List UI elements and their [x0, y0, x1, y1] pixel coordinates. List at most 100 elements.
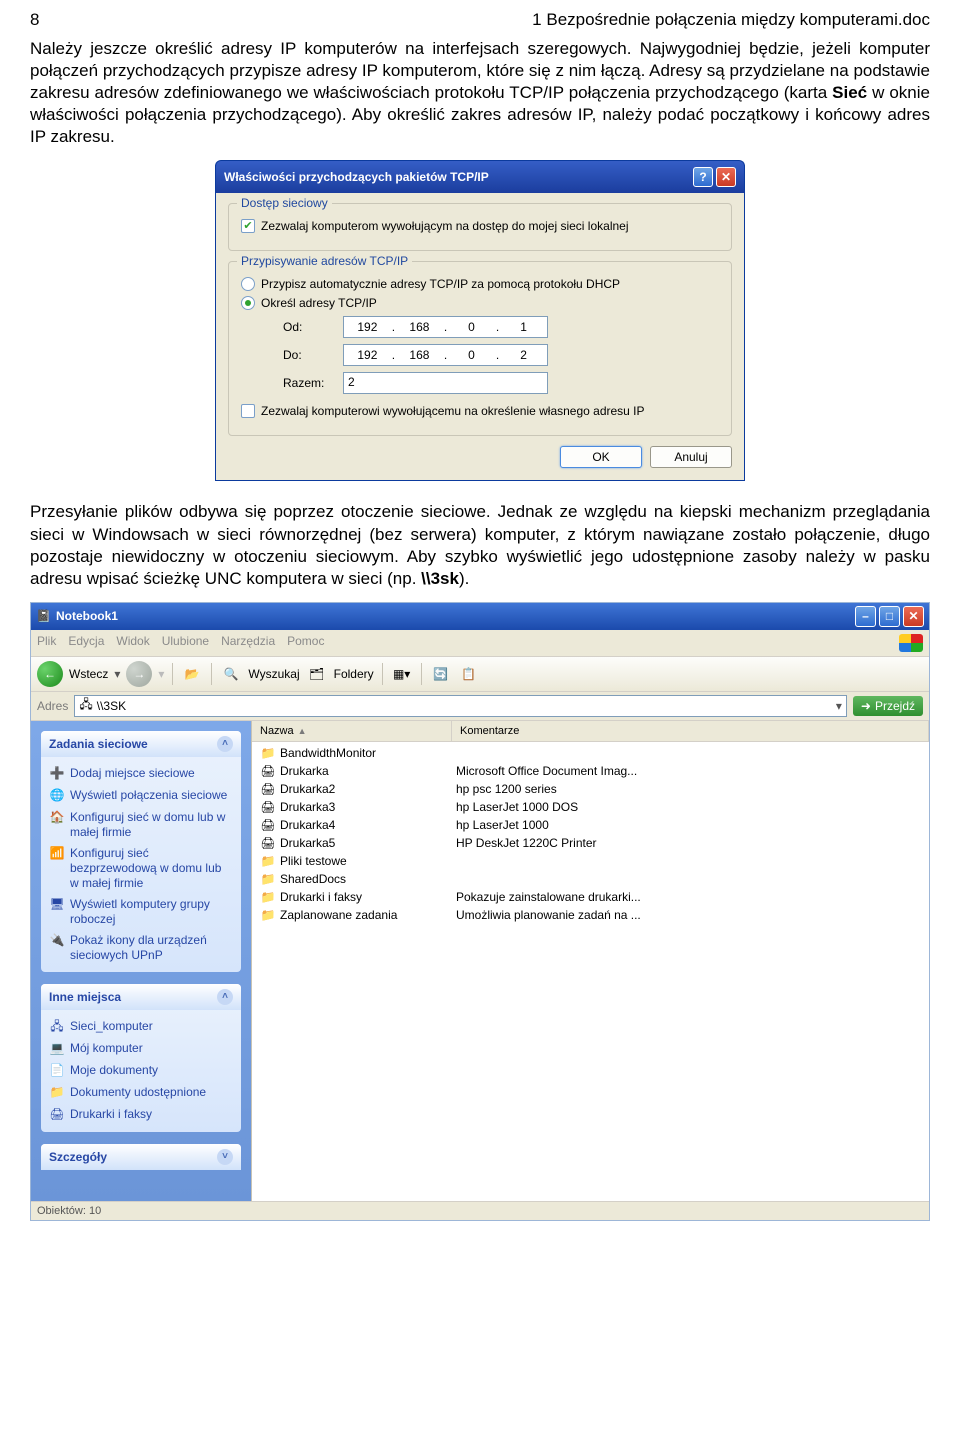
list-item[interactable]: 📁SharedDocs [256, 870, 925, 888]
from-label: Od: [283, 320, 343, 334]
folder-icon: 📁 [260, 853, 276, 869]
dialog-title: Właściwości przychodzących pakietów TCP/… [224, 170, 489, 184]
folders-label[interactable]: Foldery [334, 667, 374, 681]
sidebar-item[interactable]: 📁Dokumenty udostępnione [49, 1082, 233, 1104]
computers-icon: 🖥 [49, 897, 65, 913]
chevron-up-icon: ˄ [217, 989, 233, 1005]
sidebar-item[interactable]: 🖥Wyświetl komputery grupy roboczej [49, 894, 233, 930]
app-icon: 📓 [36, 609, 51, 623]
panel-network-tasks: Zadania sieciowe˄ ➕Dodaj miejsce sieciow… [41, 731, 241, 972]
address-bar: Adres 🖧 \\3SK ▾ ➜Przejdź [31, 692, 929, 721]
item-name: Pliki testowe [280, 854, 347, 868]
copy-icon[interactable]: 📋 [458, 663, 480, 685]
folder-icon: 📁 [260, 871, 276, 887]
sidebar-item[interactable]: 🌐Wyświetl połączenia sieciowe [49, 785, 233, 807]
help-button[interactable]: ? [693, 167, 713, 187]
globe-icon: 🌐 [49, 788, 65, 804]
menu-file[interactable]: Plik [37, 634, 56, 652]
list-item[interactable]: 🖨 Drukarka3 hp LaserJet 1000 DOS [256, 798, 925, 816]
add-place-icon: ➕ [49, 766, 65, 782]
ok-button[interactable]: OK [560, 446, 642, 468]
sidebar-item[interactable]: 🏠Konfiguruj sieć w domu lub w małej firm… [49, 807, 233, 843]
item-name: Drukarka2 [280, 782, 335, 796]
upnp-icon: 🔌 [49, 933, 65, 949]
address-input[interactable]: 🖧 \\3SK ▾ [74, 695, 847, 717]
sidebar-item[interactable]: 🖨Drukarki i faksy [49, 1104, 233, 1126]
sidebar-item[interactable]: 🔌Pokaż ikony dla urządzeń sieciowych UPn… [49, 930, 233, 966]
menu-edit[interactable]: Edycja [68, 634, 104, 652]
list-item[interactable]: 📁BandwidthMonitor [256, 744, 925, 762]
toolbar: ← Wstecz ▾ → ▾ 📂 🔍 Wyszukaj 🗂 Foldery ▦▾… [31, 657, 929, 692]
allow-own-ip-label: Zezwalaj komputerowi wywołującemu na okr… [261, 404, 645, 418]
menu-view[interactable]: Widok [116, 634, 149, 652]
go-button[interactable]: ➜Przejdź [853, 696, 923, 716]
allow-own-ip-checkbox[interactable] [241, 404, 255, 418]
col-name[interactable]: Nazwa▲ [252, 721, 452, 741]
views-icon[interactable]: ▦▾ [391, 663, 413, 685]
printer-icon: 🖨 [260, 763, 276, 779]
item-comment: Pokazuje zainstalowane drukarki... [456, 890, 921, 904]
menu-fav[interactable]: Ulubione [162, 634, 209, 652]
tcpip-dialog: Właściwości przychodzących pakietów TCP/… [215, 160, 745, 481]
panel-header[interactable]: Zadania sieciowe˄ [41, 731, 241, 757]
folder-icon: 📁 [260, 889, 276, 905]
search-icon[interactable]: 🔍 [220, 663, 242, 685]
chevron-up-icon: ˄ [217, 736, 233, 752]
list-item[interactable]: 🖨Drukarka5HP DeskJet 1220C Printer [256, 834, 925, 852]
radio-dot-icon [245, 300, 251, 306]
window-close-button[interactable]: ✕ [903, 606, 924, 627]
sidebar-item[interactable]: 📶Konfiguruj sieć bezprzewodową w domu lu… [49, 843, 233, 894]
network-icon: 🖧 [49, 1019, 65, 1035]
col-comment[interactable]: Komentarze [452, 721, 929, 741]
ip-from-input[interactable]: 192. 168. 0. 1 [343, 316, 548, 338]
list-item[interactable]: 🖨Drukarka4hp LaserJet 1000 [256, 816, 925, 834]
sync-icon[interactable]: 🔄 [430, 663, 452, 685]
allow-access-checkbox[interactable]: ✔ [241, 219, 255, 233]
list-item[interactable]: 📁Zaplanowane zadaniaUmożliwia planowanie… [256, 906, 925, 924]
minimize-button[interactable]: – [855, 606, 876, 627]
home-net-icon: 🏠 [49, 810, 65, 826]
printer-icon: 🖨 [260, 799, 276, 815]
page-header: 1 Bezpośrednie połączenia między kompute… [532, 10, 930, 30]
back-label: Wstecz [69, 667, 108, 681]
item-comment: hp LaserJet 1000 DOS [456, 800, 921, 814]
forward-button[interactable]: → [126, 661, 152, 687]
maximize-button[interactable]: □ [879, 606, 900, 627]
search-label[interactable]: Wyszukaj [248, 667, 299, 681]
item-name: Drukarka4 [280, 818, 335, 832]
menu-tools[interactable]: Narzędzia [221, 634, 275, 652]
item-name: Drukarka3 [280, 800, 335, 814]
radio-specify[interactable] [241, 296, 255, 310]
chevron-down-icon[interactable]: ▾ [158, 667, 164, 681]
folders-icon[interactable]: 🗂 [306, 663, 328, 685]
legend-access: Dostęp sieciowy [237, 196, 332, 210]
sidebar-item[interactable]: ➕Dodaj miejsce sieciowe [49, 763, 233, 785]
dialog-titlebar[interactable]: Właściwości przychodzących pakietów TCP/… [215, 160, 745, 193]
list-item[interactable]: 📁 Pliki testowe [256, 852, 925, 870]
radio-dhcp[interactable] [241, 277, 255, 291]
ip-to-input[interactable]: 192. 168. 0. 2 [343, 344, 548, 366]
go-arrow-icon: ➜ [861, 699, 871, 713]
sidebar-item[interactable]: 💻Mój komputer [49, 1038, 233, 1060]
up-icon[interactable]: 📂 [181, 663, 203, 685]
chevron-down-icon[interactable]: ▾ [114, 667, 120, 681]
panel-details: Szczegóły˅ [41, 1144, 241, 1170]
cancel-button[interactable]: Anuluj [650, 446, 732, 468]
list-item[interactable]: 🖨DrukarkaMicrosoft Office Document Imag.… [256, 762, 925, 780]
explorer-titlebar[interactable]: 📓 Notebook1 – □ ✕ [31, 603, 929, 630]
allow-access-label: Zezwalaj komputerom wywołującym na dostę… [261, 219, 629, 233]
back-button[interactable]: ← [37, 661, 63, 687]
panel-header[interactable]: Inne miejsca˄ [41, 984, 241, 1010]
sidebar-item[interactable]: 🖧Sieci_komputer [49, 1016, 233, 1038]
close-button[interactable]: ✕ [716, 167, 736, 187]
list-item[interactable]: 📁Drukarki i faksyPokazuje zainstalowane … [256, 888, 925, 906]
list-item[interactable]: 🖨Drukarka2hp psc 1200 series [256, 780, 925, 798]
panel-header[interactable]: Szczegóły˅ [41, 1144, 241, 1170]
menu-help[interactable]: Pomoc [287, 634, 324, 652]
legend-tcpip: Przypisywanie adresów TCP/IP [237, 254, 412, 268]
windows-flag-icon [899, 634, 923, 652]
explorer-window: 📓 Notebook1 – □ ✕ Plik Edycja Widok Ulub… [30, 602, 930, 1221]
folder-icon: 📁 [260, 745, 276, 761]
total-label: Razem: [283, 376, 343, 390]
sidebar-item[interactable]: 📄Moje dokumenty [49, 1060, 233, 1082]
